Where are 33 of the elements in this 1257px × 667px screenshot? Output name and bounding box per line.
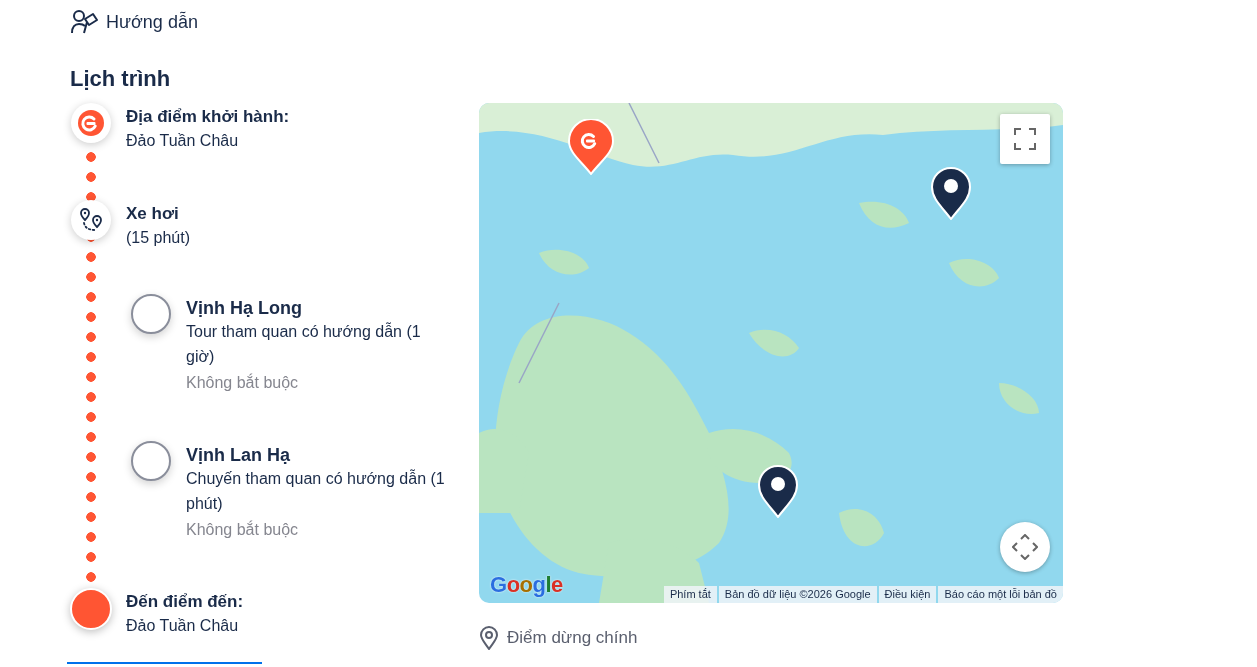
attribution-link[interactable]: Điều kiện (878, 586, 937, 603)
radio-button[interactable] (131, 441, 171, 481)
step-detail: Đảo Tuần Châu (126, 616, 240, 636)
step-title: Đến điểm đến: (126, 591, 244, 613)
guide-icon (70, 9, 98, 35)
map-pin-icon (757, 464, 799, 518)
google-logo: Google (490, 573, 563, 597)
end-marker (70, 588, 112, 630)
step-title: Vịnh Hạ Long (186, 297, 303, 319)
step-detail: Tour tham quan có hướng dẫn (1 giờ) (186, 321, 422, 367)
attribution-link[interactable]: Bản đồ dữ liệu ©2026 Google (718, 586, 877, 603)
step-detail: Chuyến tham quan có hướng dẫn (1 phút) (186, 468, 446, 514)
fullscreen-icon (1014, 128, 1036, 150)
attribution-link[interactable]: Phím tắt (663, 586, 717, 603)
move-arrows-icon (1012, 534, 1038, 560)
logo-icon (78, 110, 104, 136)
guide-label: Hướng dẫn (106, 10, 198, 34)
attribution-link[interactable]: Báo cáo một lỗi bản đồ (938, 586, 1063, 603)
step-detail: (15 phút) (126, 228, 191, 248)
brand-pin-icon (567, 119, 615, 175)
map-pin-icon (930, 166, 972, 220)
route-icon (78, 207, 104, 233)
radio-button[interactable] (131, 294, 171, 334)
fullscreen-button[interactable] (1000, 114, 1050, 164)
step-title: Địa điểm khởi hành: (126, 106, 290, 128)
section-title: Lịch trình (70, 65, 172, 93)
step-note: Không bắt buộc (186, 519, 300, 540)
step-detail: Đảo Tuần Châu (126, 131, 240, 151)
step-note: Không bắt buộc (186, 372, 300, 393)
step-title: Vịnh Lan Hạ (186, 444, 291, 466)
location-pin-icon (479, 625, 499, 650)
legend-label: Điểm dừng chính (507, 627, 638, 649)
step-title: Xe hơi (126, 203, 180, 225)
